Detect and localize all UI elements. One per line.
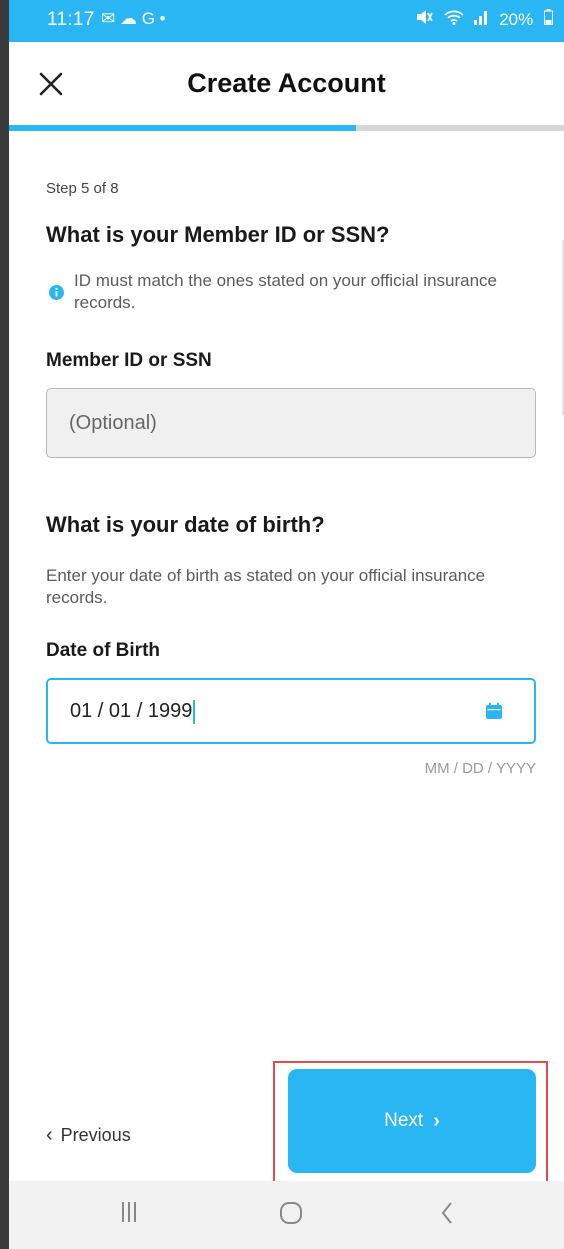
dob-label: Date of Birth <box>46 640 160 661</box>
text-cursor <box>193 699 196 724</box>
status-right: 20% <box>409 9 553 30</box>
mute-icon <box>415 10 438 29</box>
home-icon[interactable] <box>279 1201 303 1230</box>
next-label: Next <box>384 1110 424 1131</box>
info-icon <box>49 285 64 305</box>
status-bar: 11:17 ✉ ☁ G • 20% <box>9 0 564 42</box>
calendar-icon[interactable] <box>485 702 503 725</box>
next-button[interactable]: Next › <box>288 1069 536 1173</box>
system-nav-bar <box>9 1181 564 1249</box>
page-title: Create Account <box>187 68 386 98</box>
battery-percent: 20% <box>499 10 534 29</box>
member-id-label: Member ID or SSN <box>46 350 212 371</box>
recent-apps-icon[interactable] <box>121 1201 137 1228</box>
battery-icon <box>543 9 553 29</box>
signal-icon <box>474 10 493 29</box>
dob-value: 01 / 01 / 1999 <box>70 700 193 722</box>
step-indicator: Step 5 of 8 <box>46 180 119 197</box>
previous-label: Previous <box>60 1125 131 1145</box>
screen-edge <box>0 0 9 1249</box>
app-header: Create Account <box>9 42 564 127</box>
progress-bar <box>9 125 564 131</box>
progress-fill <box>9 125 356 131</box>
status-time: 11:17 <box>47 9 95 30</box>
member-id-question: What is your Member ID or SSN? <box>46 222 390 247</box>
notification-icons: ✉ ☁ G • <box>101 9 166 28</box>
dob-input[interactable]: 01 / 01 / 1999 <box>46 678 536 744</box>
member-id-info: ID must match the ones stated on your of… <box>74 271 498 312</box>
back-icon[interactable] <box>439 1201 455 1230</box>
dob-question: What is your date of birth? <box>46 512 325 537</box>
date-format-hint: MM / DD / YYYY <box>424 760 536 777</box>
chevron-right-icon: › <box>433 1109 440 1132</box>
previous-button[interactable]: ‹ Previous <box>46 1124 131 1147</box>
chevron-left-icon: ‹ <box>46 1124 53 1146</box>
dob-help-text: Enter your date of birth as stated on yo… <box>46 566 486 607</box>
member-id-input[interactable]: (Optional) <box>46 388 536 458</box>
wifi-icon <box>444 10 469 29</box>
